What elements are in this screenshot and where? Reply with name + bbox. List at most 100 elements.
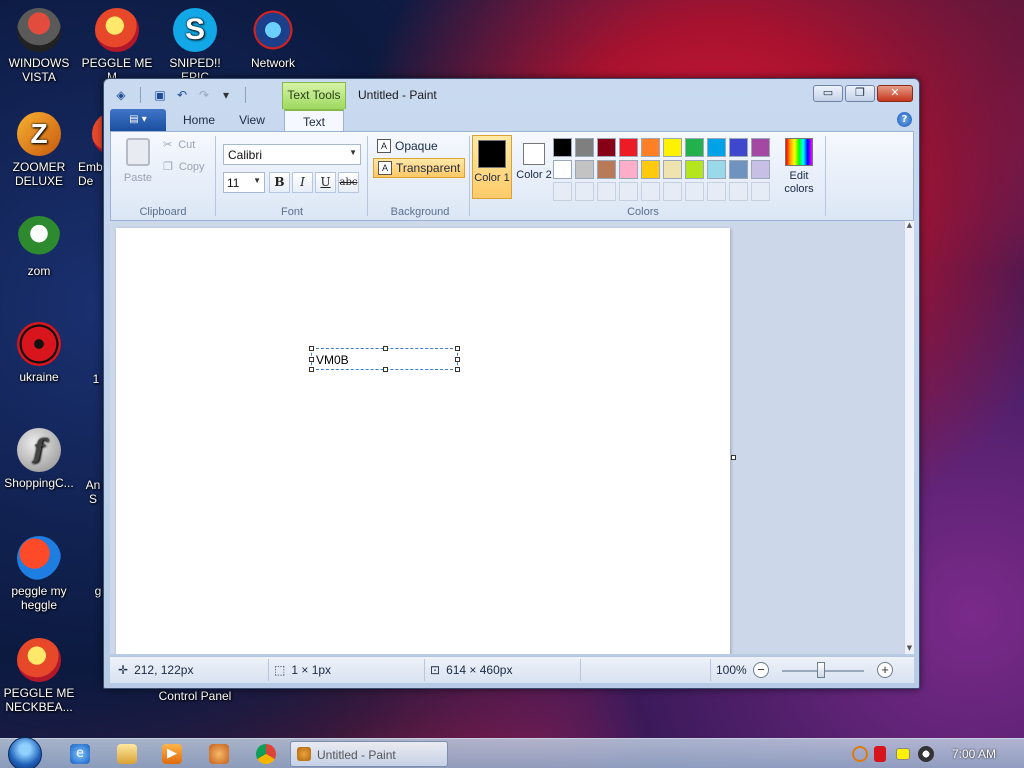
zoom-out-button[interactable]: − bbox=[753, 662, 769, 678]
palette-swatch[interactable] bbox=[641, 160, 660, 179]
file-explorer-icon[interactable] bbox=[117, 744, 137, 764]
desktop-icon-network[interactable]: Network bbox=[234, 8, 312, 70]
resize-handle[interactable] bbox=[455, 367, 460, 372]
desktop-icon-g[interactable]: g bbox=[94, 584, 102, 598]
font-size-select[interactable]: 11 ▼ bbox=[223, 172, 265, 193]
notification-icon[interactable] bbox=[896, 748, 910, 760]
palette-swatch[interactable] bbox=[707, 138, 726, 157]
desktop-icon-zom[interactable]: zom bbox=[0, 216, 78, 278]
vertical-scrollbar[interactable]: ▲ ▼ bbox=[904, 221, 914, 654]
resize-handle[interactable] bbox=[309, 367, 314, 372]
start-button[interactable] bbox=[8, 737, 42, 768]
title-bar[interactable]: ◈ ▣ ↶ ↷ ▾ Text Tools Untitled - Paint ▭ … bbox=[104, 79, 919, 109]
palette-swatch[interactable] bbox=[663, 138, 682, 157]
scroll-up-icon[interactable]: ▲ bbox=[905, 221, 914, 229]
text-box-content[interactable]: VM0B bbox=[316, 353, 349, 367]
palette-swatch[interactable] bbox=[685, 160, 704, 179]
underline-button[interactable]: U bbox=[315, 172, 336, 193]
palette-swatch-empty[interactable] bbox=[729, 182, 748, 201]
scroll-down-icon[interactable]: ▼ bbox=[905, 644, 914, 652]
color2-button[interactable]: Color 2 bbox=[514, 135, 554, 199]
zoom-in-button[interactable]: + bbox=[877, 662, 893, 678]
paint-taskbar-icon[interactable] bbox=[209, 744, 229, 764]
resize-handle[interactable] bbox=[309, 357, 314, 362]
color1-button[interactable]: Color 1 bbox=[472, 135, 512, 199]
desktop-icon-zoomer-deluxe[interactable]: Z ZOOMER DELUXE bbox=[0, 112, 78, 188]
paint-menu-button[interactable]: ▤ ▾ bbox=[110, 109, 166, 131]
palette-swatch[interactable] bbox=[553, 138, 572, 157]
zoom-slider-thumb[interactable] bbox=[817, 662, 825, 678]
strikethrough-button[interactable]: abc bbox=[338, 172, 359, 193]
text-box[interactable]: VM0B bbox=[309, 346, 460, 372]
palette-swatch[interactable] bbox=[597, 138, 616, 157]
bold-button[interactable]: B bbox=[269, 172, 290, 193]
tab-home[interactable]: Home bbox=[172, 109, 226, 131]
desktop-icon-shopping[interactable]: f ShoppingC... bbox=[0, 428, 78, 490]
palette-swatch[interactable] bbox=[663, 160, 682, 179]
palette-swatch[interactable] bbox=[751, 138, 770, 157]
palette-swatch[interactable] bbox=[685, 138, 704, 157]
undo-icon[interactable]: ↶ bbox=[173, 87, 191, 103]
tab-text[interactable]: Text bbox=[284, 109, 344, 131]
palette-swatch[interactable] bbox=[729, 138, 748, 157]
palette-swatch-empty[interactable] bbox=[553, 182, 572, 201]
resize-handle[interactable] bbox=[455, 357, 460, 362]
desktop-icon-peggle-neckbeard[interactable]: PEGGLE ME NECKBEA... bbox=[0, 638, 78, 714]
font-family-select[interactable]: Calibri ▼ bbox=[223, 144, 361, 165]
palette-swatch[interactable] bbox=[751, 160, 770, 179]
close-button[interactable]: ✕ bbox=[877, 85, 913, 102]
palette-swatch-empty[interactable] bbox=[597, 182, 616, 201]
customize-qat-icon[interactable]: ▾ bbox=[217, 87, 235, 103]
italic-button[interactable]: I bbox=[292, 172, 313, 193]
desktop-icon-emb[interactable]: Emb De bbox=[78, 112, 102, 188]
opaque-option[interactable]: A Opaque bbox=[373, 136, 442, 156]
help-icon[interactable]: ? bbox=[897, 112, 912, 127]
desktop-icon-ukraine[interactable]: ukraine bbox=[0, 322, 78, 384]
transparent-option[interactable]: A Transparent bbox=[373, 158, 466, 178]
resize-handle[interactable] bbox=[455, 346, 460, 351]
palette-swatch[interactable] bbox=[729, 160, 748, 179]
chrome-icon[interactable] bbox=[256, 744, 276, 764]
redo-icon[interactable]: ↷ bbox=[195, 87, 213, 103]
palette-swatch[interactable] bbox=[553, 160, 572, 179]
paste-button[interactable]: Paste bbox=[121, 138, 155, 190]
resize-handle[interactable] bbox=[383, 367, 388, 372]
taskbar-item-paint[interactable]: Untitled - Paint bbox=[290, 741, 448, 767]
palette-swatch-empty[interactable] bbox=[575, 182, 594, 201]
palette-swatch[interactable] bbox=[641, 138, 660, 157]
palette-swatch-empty[interactable] bbox=[619, 182, 638, 201]
palette-swatch[interactable] bbox=[619, 138, 638, 157]
palette-swatch[interactable] bbox=[575, 160, 594, 179]
tab-view[interactable]: View bbox=[228, 109, 276, 131]
palette-swatch-empty[interactable] bbox=[663, 182, 682, 201]
palette-swatch[interactable] bbox=[619, 160, 638, 179]
desktop-icon-sniped[interactable]: S SNIPED!! EPIC bbox=[156, 8, 234, 84]
clock[interactable]: 7:00 AM bbox=[952, 747, 996, 761]
drawing-canvas[interactable] bbox=[116, 228, 730, 654]
search-icon[interactable] bbox=[852, 746, 868, 762]
internet-explorer-icon[interactable]: e bbox=[70, 744, 90, 764]
desktop-icon-windows-vista[interactable]: WINDOWS VISTA bbox=[0, 8, 78, 84]
resize-handle[interactable] bbox=[309, 346, 314, 351]
save-icon[interactable]: ▣ bbox=[151, 87, 169, 103]
media-player-icon[interactable]: ▶ bbox=[162, 744, 182, 764]
desktop-icon-an[interactable]: An S bbox=[84, 478, 102, 506]
resize-handle[interactable] bbox=[383, 346, 388, 351]
palette-swatch-empty[interactable] bbox=[751, 182, 770, 201]
maximize-button[interactable]: ❐ bbox=[845, 85, 875, 102]
palette-swatch-empty[interactable] bbox=[707, 182, 726, 201]
edit-colors-button[interactable]: Edit colors bbox=[777, 138, 821, 196]
palette-swatch[interactable] bbox=[597, 160, 616, 179]
palette-swatch-empty[interactable] bbox=[685, 182, 704, 201]
palette-swatch[interactable] bbox=[707, 160, 726, 179]
desktop-icon-1[interactable]: 1 bbox=[90, 372, 102, 386]
copy-button[interactable]: ❐ Copy bbox=[163, 160, 205, 174]
cut-button[interactable]: ✂ Cut bbox=[163, 138, 195, 152]
palette-swatch-empty[interactable] bbox=[641, 182, 660, 201]
desktop-icon-peggle-me[interactable]: PEGGLE ME M... bbox=[78, 8, 156, 84]
desktop-icon-peggle-my-heggle[interactable]: peggle my heggle bbox=[0, 536, 78, 612]
desktop-icon-control-panel[interactable]: Control Panel bbox=[150, 689, 240, 703]
paint-app-icon[interactable]: ◈ bbox=[112, 87, 130, 103]
palette-swatch[interactable] bbox=[575, 138, 594, 157]
minimize-button[interactable]: ▭ bbox=[813, 85, 843, 102]
